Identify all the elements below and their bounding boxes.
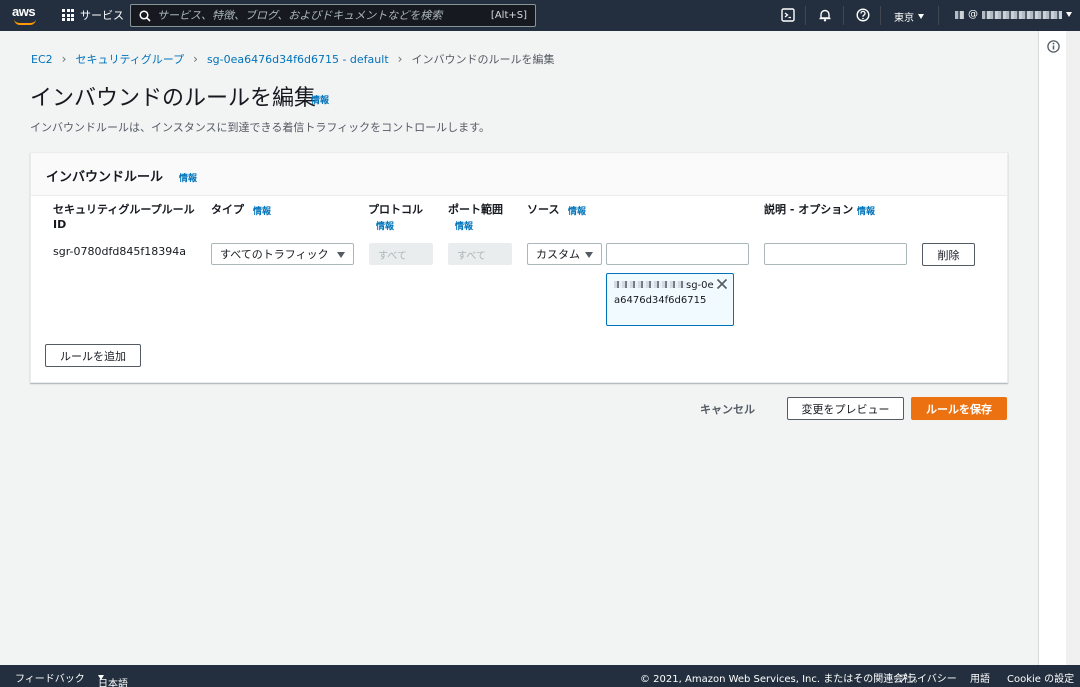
region-label: 東京 <box>894 13 914 24</box>
source-type-value: カスタム <box>536 248 580 261</box>
info-icon[interactable] <box>1047 40 1060 53</box>
page-description: インバウンドルールは、インスタンスに到達できる着信トラフィックをコントロールしま… <box>30 121 491 134</box>
cookie-settings-link[interactable]: Cookie の設定 <box>1007 670 1074 685</box>
aws-logo[interactable]: aws <box>12 4 40 26</box>
description-info-link[interactable]: 情報 <box>857 204 875 217</box>
console-footer: フィードバック 日本語 © 2021, Amazon Web Services,… <box>0 665 1080 687</box>
caret-down-icon <box>918 14 924 19</box>
chevron-right-icon: › <box>397 52 403 66</box>
column-header-rule-id: セキュリティグループルール ID <box>53 202 195 232</box>
column-header-type: タイプ <box>211 203 244 216</box>
global-search-input[interactable] <box>157 9 491 22</box>
cloudshell-icon[interactable] <box>781 8 795 22</box>
preview-changes-button[interactable]: 変更をプレビュー <box>787 397 904 420</box>
privacy-link[interactable]: プライバシー <box>897 670 957 685</box>
page-title: インバウンドのルールを編集 <box>30 86 317 111</box>
caret-down-icon <box>337 252 345 258</box>
account-menu[interactable]: @ <box>955 9 1072 20</box>
breadcrumb-security-groups[interactable]: セキュリティグループ <box>75 51 184 67</box>
rule-id-value: sgr-0780dfd845f18394a <box>53 245 186 258</box>
services-menu-button[interactable]: サービス <box>62 7 124 23</box>
top-navigation: aws サービス [Alt+S] 東京 @ <box>0 0 1080 31</box>
source-info-link[interactable]: 情報 <box>568 204 586 217</box>
global-search[interactable]: [Alt+S] <box>130 4 536 27</box>
feedback-link[interactable]: フィードバック <box>15 670 85 685</box>
type-info-link[interactable]: 情報 <box>253 204 271 217</box>
search-icon <box>139 9 151 22</box>
bell-icon[interactable] <box>818 8 832 22</box>
type-select-value: すべてのトラフィック <box>220 248 329 261</box>
protocol-field: すべて <box>369 243 433 265</box>
add-rule-button[interactable]: ルールを追加 <box>45 344 141 367</box>
column-header-rule-id-line1: セキュリティグループルール <box>53 203 195 216</box>
protocol-info-link[interactable]: 情報 <box>376 219 394 232</box>
redacted-token-prefix <box>614 281 686 288</box>
redacted-account-name <box>955 10 964 19</box>
breadcrumb: EC2 › セキュリティグループ › sg-0ea6476d34f6d6715 … <box>31 51 554 67</box>
description-input[interactable] <box>764 243 907 265</box>
terms-link[interactable]: 用語 <box>970 670 990 685</box>
type-select[interactable]: すべてのトラフィック <box>211 243 354 265</box>
source-search-field[interactable] <box>606 243 761 265</box>
page-info-link[interactable]: 情報 <box>311 93 329 106</box>
source-token-text: sg-0ea6476d34f6d6715 <box>614 278 714 308</box>
container-info-link[interactable]: 情報 <box>179 171 197 184</box>
delete-rule-button[interactable]: 削除 <box>922 243 975 266</box>
caret-down-icon <box>585 252 593 258</box>
port-range-field: すべて <box>448 243 512 265</box>
source-type-select[interactable]: カスタム <box>527 243 602 265</box>
column-header-description: 説明 - オプション <box>764 203 854 216</box>
source-search-input[interactable] <box>619 248 761 260</box>
column-header-protocol: プロトコル <box>368 203 423 216</box>
column-header-port-range: ポート範囲 <box>448 203 503 216</box>
breadcrumb-ec2[interactable]: EC2 <box>31 53 53 66</box>
breadcrumb-current: インバウンドのルールを編集 <box>411 53 555 66</box>
help-icon[interactable] <box>856 8 870 22</box>
services-label: サービス <box>80 9 124 22</box>
cancel-button[interactable]: キャンセル <box>700 397 755 420</box>
account-at: @ <box>968 9 978 20</box>
source-token: sg-0ea6476d34f6d6715 <box>606 273 734 326</box>
chevron-right-icon: › <box>61 52 67 66</box>
copyright-text: © 2021, Amazon Web Services, Inc. またはその関… <box>640 674 924 685</box>
grid-icon <box>62 9 74 21</box>
search-shortcut-hint: [Alt+S] <box>490 10 527 21</box>
save-rules-button[interactable]: ルールを保存 <box>911 397 1007 420</box>
container-header: インバウンドルール 情報 <box>31 153 1007 196</box>
column-header-source: ソース <box>527 203 560 216</box>
container-title: インバウンドルール <box>46 170 164 185</box>
caret-down-icon <box>1066 12 1072 17</box>
breadcrumb-security-group[interactable]: sg-0ea6476d34f6d6715 - default <box>207 53 389 66</box>
region-selector[interactable]: 東京 <box>894 9 924 24</box>
column-header-rule-id-line2: ID <box>53 218 67 231</box>
close-icon[interactable] <box>716 278 728 290</box>
inbound-rules-container: インバウンドルール 情報 セキュリティグループルール ID タイプ 情報 プロト… <box>30 152 1008 383</box>
redacted-account-id <box>982 10 1062 19</box>
chevron-right-icon: › <box>193 52 198 66</box>
port-range-info-link[interactable]: 情報 <box>455 219 473 232</box>
caret-down-icon <box>98 675 104 680</box>
scrollbar[interactable] <box>1066 31 1080 665</box>
